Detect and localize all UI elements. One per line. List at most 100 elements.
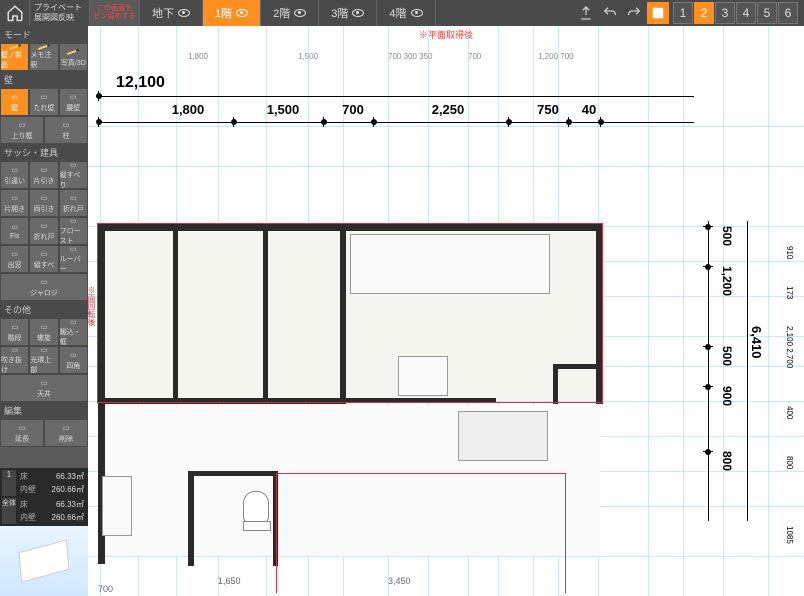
floor-tab-4[interactable]: 4階 <box>377 0 435 26</box>
tool-glyph-icon: ▭ <box>37 221 51 231</box>
tool-glyph-icon: ▭ <box>37 249 51 259</box>
tool-延長[interactable]: ▭延長 <box>0 419 44 447</box>
tool-片開き[interactable]: ▭片開き <box>0 189 29 217</box>
dim-line-2 <box>98 122 694 123</box>
section-edit: 編集 <box>0 402 88 419</box>
wall-mid <box>98 398 346 404</box>
tool-吹き抜け[interactable]: ▭吹き抜け <box>0 346 29 374</box>
tool-glyph-icon: ▭ <box>15 423 29 433</box>
dim-line-1 <box>98 96 694 97</box>
wall-step-v <box>553 364 558 404</box>
tool-縦すべ[interactable]: ▭縦すべ <box>29 245 58 273</box>
preview-3d[interactable] <box>0 526 88 596</box>
view-num-4[interactable]: 4 <box>736 2 756 24</box>
dim-right-total: 6,410 <box>749 326 764 359</box>
tool-glyph-icon: ▭ <box>66 193 80 203</box>
wall-int-3 <box>340 224 346 404</box>
eye-icon <box>178 9 190 17</box>
section-sash: サッシ・建具 <box>0 144 88 161</box>
document-title: プライベート 展開図反映 <box>30 0 90 26</box>
tool-縦すべり[interactable]: ▭縦すべり <box>59 161 88 189</box>
tool-折れ戸[interactable]: ▭折れ戸 <box>59 189 88 217</box>
tool-壁[interactable]: ▭壁 <box>0 88 29 116</box>
tool-glyph-icon: ▭ <box>59 423 73 433</box>
view-number-group: 123456 <box>673 2 798 24</box>
toilet-fixture <box>243 491 271 531</box>
home-button[interactable] <box>0 0 30 26</box>
tool-glyph-icon: ▭ <box>8 222 22 232</box>
floor-tabs: 地下1階2階3階4階 <box>140 0 436 26</box>
floor-tab-2[interactable]: 2階 <box>261 0 319 26</box>
tool-メモ注釈[interactable]: メモ注釈 <box>29 43 58 71</box>
floor-tab-1[interactable]: 1階 <box>203 0 261 26</box>
tool-柱[interactable]: ▭柱 <box>44 116 88 144</box>
tool-上り框[interactable]: ▭上り框 <box>0 116 44 144</box>
tool-片引き[interactable]: ▭片引き <box>29 161 58 189</box>
section-mode: モード <box>0 26 88 43</box>
undo-icon[interactable] <box>599 2 621 24</box>
tool-光環上部[interactable]: ▭光環上部 <box>29 346 58 374</box>
status-total[interactable]: 全体 <box>2 498 16 524</box>
floor-tab-0[interactable]: 地下 <box>140 0 203 26</box>
tool-蹴込・框[interactable]: ▭蹴込・框 <box>59 318 88 346</box>
tool-壁ノ製品[interactable]: 壁ノ製品 <box>0 43 29 71</box>
wall-right-upper <box>596 224 603 404</box>
view-num-2[interactable]: 2 <box>694 2 714 24</box>
tool-螺旋[interactable]: ▭螺旋 <box>29 318 58 346</box>
tool-ジャロジ[interactable]: ▭ジャロジ <box>0 273 88 301</box>
tool-glyph-icon: ▭ <box>37 277 51 287</box>
tool-引違い[interactable]: ▭引違い <box>0 161 29 189</box>
tool-glyph-icon: ▭ <box>37 193 51 203</box>
vert-red-label: ※面回転後 <box>88 286 97 326</box>
view-num-5[interactable]: 5 <box>757 2 777 24</box>
tool-glyph-icon: ▭ <box>66 217 80 225</box>
section-wall: 壁 <box>0 71 88 88</box>
tool-glyph-icon: ▭ <box>8 322 22 332</box>
tool-glyph-icon <box>66 47 80 57</box>
tool-腰壁[interactable]: ▭腰壁 <box>59 88 88 116</box>
tool-削除[interactable]: ▭削除 <box>44 419 88 447</box>
wall-int-2 <box>263 224 268 404</box>
floorplan-canvas[interactable]: ※平面取得後 ※面回転後 1,8001,500700 300 3507001,2… <box>88 26 804 596</box>
eye-icon <box>236 9 248 17</box>
tool-glyph-icon: ▭ <box>8 193 22 203</box>
tool-四角[interactable]: ▭四角 <box>59 346 88 374</box>
wall-int-1 <box>173 224 178 404</box>
tool-階段[interactable]: ▭階段 <box>0 318 29 346</box>
fixture-block <box>398 356 448 396</box>
tool-両引き[interactable]: ▭両引き <box>29 189 58 217</box>
tool-glyph-icon: ▭ <box>66 350 80 360</box>
tool-天井[interactable]: ▭天井 <box>0 374 88 402</box>
tool-glyph-icon: ▭ <box>66 245 80 253</box>
fixture-unit <box>458 411 548 461</box>
home-icon <box>6 4 24 22</box>
tool-たれ壁[interactable]: ▭たれ壁 <box>29 88 58 116</box>
tool-glyph-icon: ▭ <box>37 322 51 332</box>
tool-glyph-icon: ▭ <box>8 165 22 175</box>
view-mode-button[interactable] <box>647 2 669 24</box>
view-num-1[interactable]: 1 <box>673 2 693 24</box>
tool-glyph-icon: ▭ <box>66 161 80 169</box>
dim-total-width: 12,100 <box>116 74 165 92</box>
view-num-6[interactable]: 6 <box>778 2 798 24</box>
tool-写真/3D[interactable]: 写真/3D <box>59 43 88 71</box>
view-num-3[interactable]: 3 <box>715 2 735 24</box>
tool-glyph-icon: ▭ <box>37 346 51 354</box>
floor-tab-3[interactable]: 3階 <box>319 0 377 26</box>
tool-glyph-icon: ▭ <box>37 92 51 102</box>
redo-icon[interactable] <box>623 2 645 24</box>
tool-glyph-icon: ▭ <box>15 120 29 130</box>
dim-vline-right2 <box>747 221 748 521</box>
pin-button[interactable]: この画面を ピン留めする <box>90 0 140 26</box>
tool-glyph-icon: ▭ <box>66 318 80 326</box>
tool-折れ戸[interactable]: ▭折れ戸 <box>29 217 58 245</box>
tool-glyph-icon: ▭ <box>8 346 22 354</box>
tool-フロースト[interactable]: ▭フロースト <box>59 217 88 245</box>
tool-Fix[interactable]: ▭Fix <box>0 217 29 245</box>
status-floor-num[interactable]: 1 <box>2 470 16 496</box>
share-icon[interactable] <box>575 2 597 24</box>
tool-glyph-icon: ▭ <box>37 378 51 388</box>
tool-出窓[interactable]: ▭出窓 <box>0 245 29 273</box>
wall-lower-1 <box>188 471 194 566</box>
tool-ルーバー[interactable]: ▭ルーバー <box>59 245 88 273</box>
